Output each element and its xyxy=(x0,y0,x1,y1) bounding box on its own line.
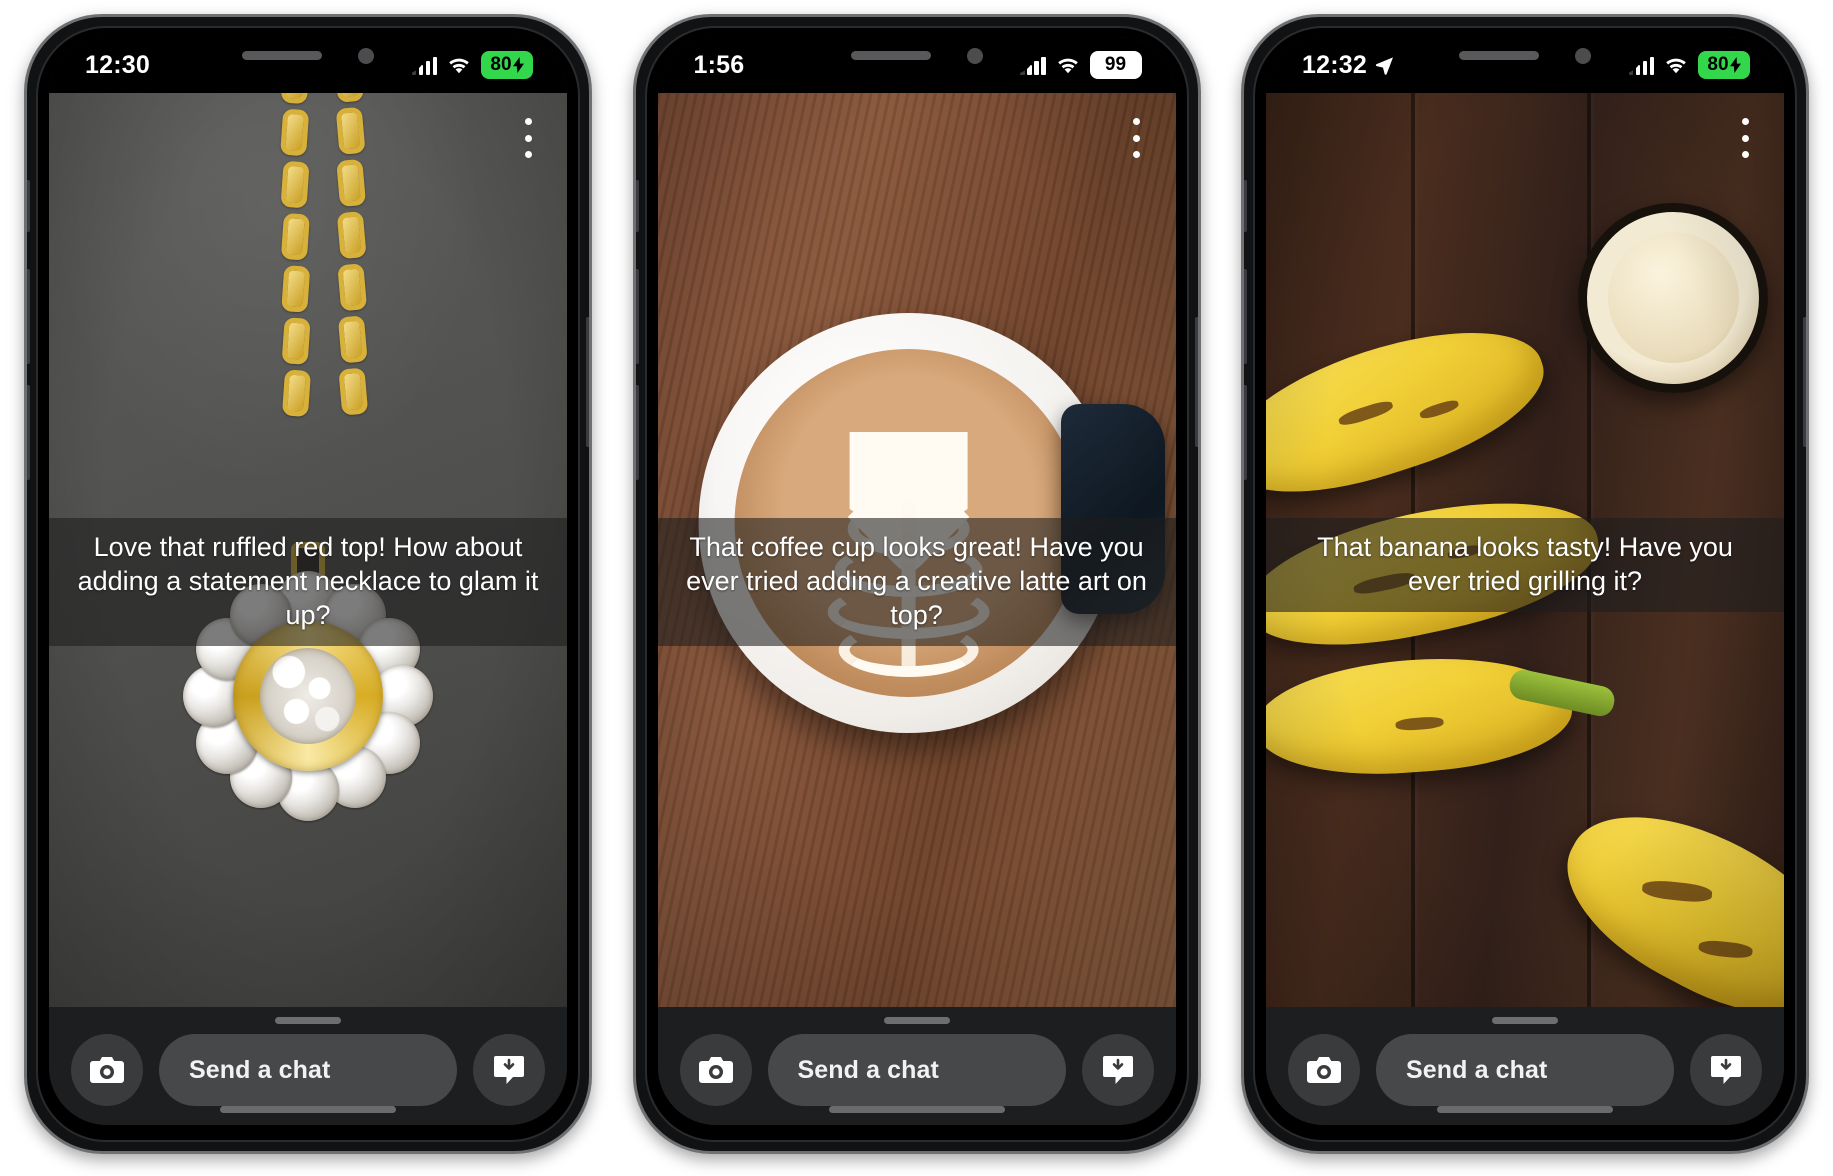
status-bar: 1:56 99 xyxy=(657,37,1176,93)
home-indicator[interactable] xyxy=(1437,1106,1613,1113)
chat-placeholder-text: Send a chat xyxy=(1406,1055,1548,1084)
snap-viewer[interactable]: Love that ruffled red top! How about add… xyxy=(49,93,567,1007)
earpiece-speaker-icon xyxy=(242,51,322,60)
wifi-icon xyxy=(449,58,469,73)
more-options-vertical-icon[interactable] xyxy=(1732,115,1758,161)
send-a-chat-input[interactable]: Send a chat xyxy=(767,1034,1066,1106)
volume-up-button[interactable] xyxy=(1244,269,1247,364)
phone-screen: 1:56 99 That coffee cup looks great! Hav… xyxy=(657,37,1176,1125)
status-bar-left: 1:56 xyxy=(694,51,745,80)
front-camera-icon xyxy=(1575,47,1591,64)
silent-switch-button[interactable] xyxy=(27,180,30,232)
phone-body: 12:32 80 That banana looks tasty! Have y… xyxy=(1241,14,1809,1154)
power-button[interactable] xyxy=(586,317,589,447)
drawer-grabber[interactable] xyxy=(883,1017,950,1024)
device-notch xyxy=(1407,37,1643,74)
send-a-chat-input[interactable]: Send a chat xyxy=(159,1034,457,1106)
phone-mockup-1: 12:30 80 Love that ruffled red top! How … xyxy=(24,14,592,1154)
snap-caption-band[interactable]: That banana looks tasty! Have you ever t… xyxy=(1266,518,1784,613)
phone-body: 12:30 80 Love that ruffled red top! How … xyxy=(24,14,592,1154)
volume-down-button[interactable] xyxy=(1244,385,1247,480)
camera-button[interactable] xyxy=(71,1034,143,1106)
location-arrow-icon xyxy=(1375,56,1393,75)
phone-screen: 12:30 80 Love that ruffled red top! How … xyxy=(49,37,567,1125)
volume-up-button[interactable] xyxy=(635,269,639,364)
battery-level: 99 xyxy=(1104,54,1127,75)
volume-down-button[interactable] xyxy=(27,385,30,480)
save-chat-icon xyxy=(1102,1056,1133,1084)
phone-screen: 12:32 80 That banana looks tasty! Have y… xyxy=(1266,37,1784,1125)
phone-mockup-3: 12:32 80 That banana looks tasty! Have y… xyxy=(1241,14,1809,1154)
earpiece-speaker-icon xyxy=(1459,51,1539,60)
home-indicator[interactable] xyxy=(220,1106,396,1113)
silent-switch-button[interactable] xyxy=(635,180,639,232)
snap-caption-band[interactable]: Love that ruffled red top! How about add… xyxy=(49,518,567,647)
charging-bolt-icon xyxy=(1729,57,1741,73)
battery-indicator: 80 xyxy=(1698,51,1750,79)
volume-down-button[interactable] xyxy=(635,385,639,480)
battery-indicator: 80 xyxy=(481,51,533,79)
snap-caption-text: That coffee cup looks great! Have you ev… xyxy=(686,532,1147,631)
earpiece-speaker-icon xyxy=(850,51,931,60)
save-chat-button[interactable] xyxy=(1081,1034,1154,1106)
wifi-icon xyxy=(1666,58,1686,73)
chat-placeholder-text: Send a chat xyxy=(797,1055,939,1084)
device-notch xyxy=(798,37,1035,74)
snap-caption-band[interactable]: That coffee cup looks great! Have you ev… xyxy=(657,518,1176,647)
snap-caption-text: Love that ruffled red top! How about add… xyxy=(77,532,539,631)
front-camera-icon xyxy=(358,47,374,64)
status-bar-left: 12:32 xyxy=(1302,51,1394,80)
save-chat-icon xyxy=(1711,1056,1741,1084)
front-camera-icon xyxy=(966,47,983,64)
more-options-vertical-icon[interactable] xyxy=(515,115,541,161)
battery-level: 80 xyxy=(490,54,512,75)
save-chat-icon xyxy=(494,1056,524,1084)
wifi-icon xyxy=(1057,58,1078,73)
status-time: 12:32 xyxy=(1302,50,1367,79)
battery-indicator: 99 xyxy=(1089,51,1142,79)
save-chat-button[interactable] xyxy=(1690,1034,1762,1106)
screenshot-canvas: 12:30 80 Love that ruffled red top! How … xyxy=(0,0,1833,1176)
status-time: 1:56 xyxy=(693,50,745,79)
power-button[interactable] xyxy=(1803,317,1806,447)
device-notch xyxy=(190,37,426,74)
camera-button[interactable] xyxy=(1288,1034,1360,1106)
silent-switch-button[interactable] xyxy=(1244,180,1247,232)
phone-body: 1:56 99 That coffee cup looks great! Hav… xyxy=(632,14,1201,1154)
chat-placeholder-text: Send a chat xyxy=(189,1055,331,1084)
send-a-chat-input[interactable]: Send a chat xyxy=(1376,1034,1674,1106)
status-time: 12:30 xyxy=(85,50,150,79)
status-bar: 12:30 80 xyxy=(49,37,567,93)
status-bar: 12:32 80 xyxy=(1266,37,1784,93)
camera-icon xyxy=(90,1057,124,1083)
status-bar-left: 12:30 xyxy=(85,51,150,80)
battery-level: 80 xyxy=(1707,54,1729,75)
snap-viewer[interactable]: That banana looks tasty! Have you ever t… xyxy=(1266,93,1784,1007)
home-indicator[interactable] xyxy=(828,1106,1005,1113)
charging-bolt-icon xyxy=(512,57,524,73)
power-button[interactable] xyxy=(1194,317,1198,447)
snap-viewer[interactable]: That coffee cup looks great! Have you ev… xyxy=(657,93,1176,1007)
drawer-grabber[interactable] xyxy=(275,1017,341,1024)
save-chat-button[interactable] xyxy=(473,1034,545,1106)
more-options-vertical-icon[interactable] xyxy=(1124,115,1150,161)
volume-up-button[interactable] xyxy=(27,269,30,364)
camera-icon xyxy=(698,1057,733,1083)
camera-button[interactable] xyxy=(679,1034,752,1106)
camera-icon xyxy=(1307,1057,1341,1083)
snap-caption-text: That banana looks tasty! Have you ever t… xyxy=(1317,532,1733,597)
drawer-grabber[interactable] xyxy=(1492,1017,1558,1024)
phone-mockup-2: 1:56 99 That coffee cup looks great! Hav… xyxy=(632,14,1201,1154)
